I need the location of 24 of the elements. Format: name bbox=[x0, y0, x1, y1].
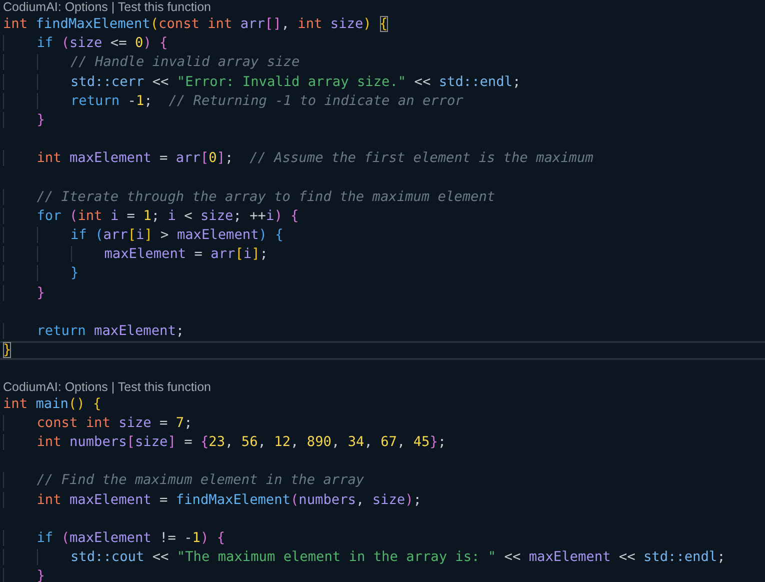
code-line: } bbox=[0, 341, 765, 360]
codelens-link[interactable]: CodiumAI: Options | Test this function bbox=[0, 0, 765, 15]
code-line: if (arr[i] > maxElement) { bbox=[0, 226, 765, 246]
code-line: return -1; // Returning -1 to indicate an error bbox=[0, 92, 765, 111]
code-line: } bbox=[0, 110, 765, 130]
code-line: std::cerr << "Error: Invalid array size." << std::endl; bbox=[0, 72, 765, 92]
code-line: // Iterate through the array to find the maximum element bbox=[0, 188, 765, 207]
code-line: if (size <= 0) { bbox=[0, 34, 765, 54]
codelens-link[interactable]: CodiumAI: Options | Test this function bbox=[0, 380, 765, 395]
code-line: for (int i = 1; i < size; ++i) { bbox=[0, 206, 765, 226]
code-line: // Handle invalid array size bbox=[0, 53, 765, 73]
code-line: int findMaxElement(const int arr[], int size) { bbox=[2, 15, 389, 34]
code-line: // Find the maximum element in the array bbox=[0, 471, 765, 490]
code-line: if (maxElement != -1) { bbox=[0, 528, 765, 548]
code-line: std::cout << "The maximum element in the array is: " << maxElement << std::endl; bbox=[0, 548, 765, 568]
code-line: int main() { bbox=[2, 394, 102, 414]
code-line: } bbox=[0, 264, 765, 284]
code-line: int maxElement = arr[0]; // Assume the first element is the maximum bbox=[0, 149, 765, 168]
code-line: int maxElement = findMaxElement(numbers, size); bbox=[0, 490, 765, 510]
code-line: int numbers[size] = {23, 56, 12, 890, 34, 67, 45}; bbox=[0, 432, 765, 452]
code-line: const int size = 7; bbox=[0, 414, 765, 433]
code-line: } bbox=[0, 284, 765, 303]
code-line: return maxElement; bbox=[0, 322, 765, 342]
code-line: maxElement = arr[i]; bbox=[0, 245, 765, 264]
